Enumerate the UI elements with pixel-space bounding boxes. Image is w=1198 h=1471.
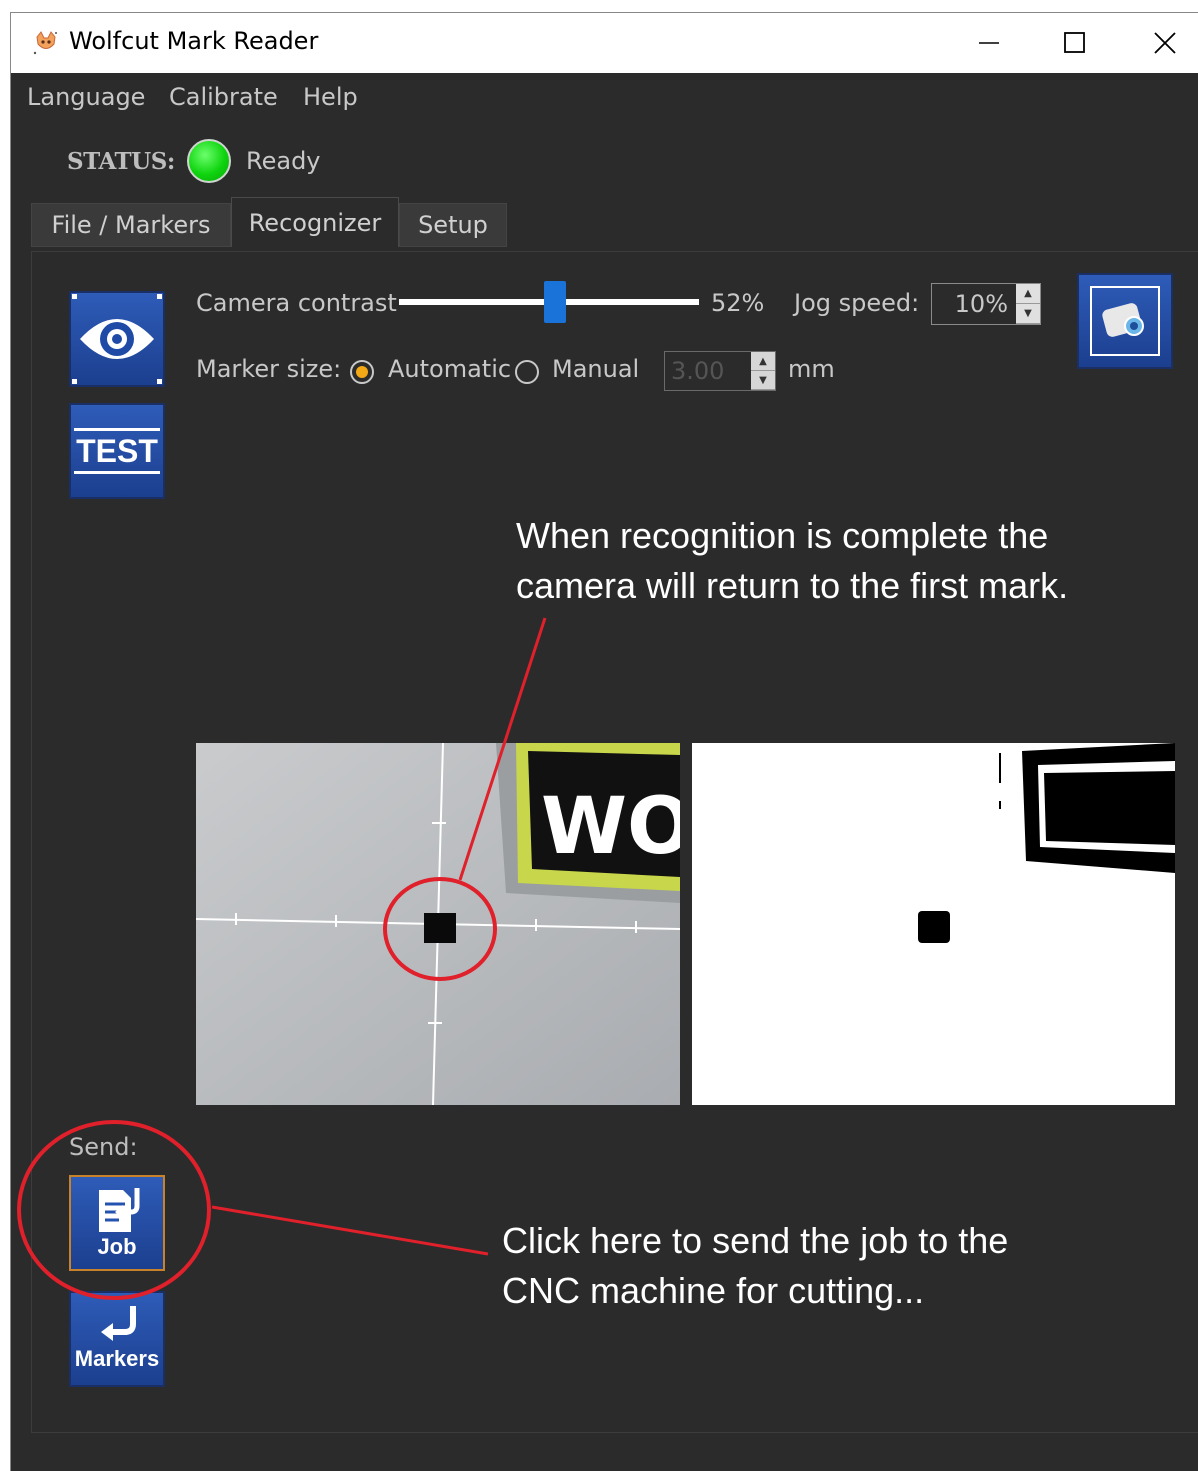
camera-icon xyxy=(1090,286,1160,356)
annotation-top: When recognition is complete the camera … xyxy=(516,511,1068,611)
manual-label: Manual xyxy=(552,355,640,383)
camera-contrast-slider-thumb[interactable] xyxy=(544,281,566,323)
job-button-label: Job xyxy=(97,1234,137,1259)
maximize-button[interactable] xyxy=(1035,13,1115,73)
annotation-bottom-line1: Click here to send the job to the xyxy=(502,1220,1009,1261)
camera-logo-text: WO xyxy=(541,782,680,872)
up-arrow-icon[interactable]: ▲ xyxy=(1016,284,1040,304)
status-text: Ready xyxy=(246,147,321,175)
wolf-app-icon xyxy=(33,31,57,55)
tab-recognizer[interactable]: Recognizer xyxy=(231,197,399,247)
eye-icon xyxy=(72,294,162,384)
minimize-button[interactable] xyxy=(949,13,1029,73)
tab-label: Recognizer xyxy=(248,208,382,237)
tab-file-markers[interactable]: File / Markers xyxy=(31,203,231,247)
manual-size-spinbox[interactable]: 3.00 ▲ ▼ xyxy=(664,351,776,391)
title-bar: Wolfcut Mark Reader xyxy=(11,13,1198,73)
automatic-label: Automatic xyxy=(388,355,512,383)
camera-settings-button[interactable] xyxy=(1077,273,1173,369)
test-button-label: TEST xyxy=(74,428,160,474)
window-title: Wolfcut Mark Reader xyxy=(69,27,319,55)
menu-bar: Language Calibrate Help xyxy=(11,75,1198,119)
marker-size-label: Marker size: xyxy=(196,355,342,383)
menu-help[interactable]: Help xyxy=(303,83,358,111)
minimize-icon xyxy=(979,42,999,44)
processed-image xyxy=(692,743,1175,1105)
camera-image: WO xyxy=(196,743,680,1105)
send-job-button[interactable]: Job xyxy=(69,1175,165,1271)
annotation-bottom: Click here to send the job to the CNC ma… xyxy=(502,1216,1008,1316)
unit-label: mm xyxy=(788,355,835,383)
annotation-top-line2: camera will return to the first mark. xyxy=(516,565,1069,606)
manual-size-value: 3.00 xyxy=(671,357,725,385)
camera-contrast-label: Camera contrast xyxy=(196,289,397,317)
menu-language[interactable]: Language xyxy=(27,83,145,111)
status-indicator xyxy=(187,139,231,183)
jog-speed-value: 10% xyxy=(954,290,1008,318)
markers-button-label: Markers xyxy=(74,1346,160,1371)
annotation-bottom-line2: CNC machine for cutting... xyxy=(502,1270,925,1311)
manual-radio[interactable] xyxy=(515,360,539,384)
send-markers-button[interactable]: Markers xyxy=(69,1291,165,1387)
tab-label: Setup xyxy=(418,211,488,239)
menu-calibrate[interactable]: Calibrate xyxy=(169,83,278,111)
send-label: Send: xyxy=(69,1133,138,1161)
automatic-radio[interactable] xyxy=(350,360,374,384)
tab-label: File / Markers xyxy=(51,211,211,239)
view-camera-button[interactable] xyxy=(69,291,165,387)
jog-speed-stepper[interactable]: ▲ ▼ xyxy=(1016,284,1040,324)
up-arrow-icon[interactable]: ▲ xyxy=(751,352,775,371)
close-button[interactable] xyxy=(1125,13,1198,73)
maximize-icon xyxy=(1064,32,1085,53)
jog-speed-spinbox[interactable]: 10% ▲ ▼ xyxy=(931,283,1041,325)
jog-speed-label: Jog speed: xyxy=(794,289,920,317)
return-arrow-icon xyxy=(100,1306,136,1341)
camera-preview: WO xyxy=(196,743,680,1105)
send-job-icon xyxy=(99,1188,140,1232)
processed-preview xyxy=(692,743,1175,1105)
status-label: STATUS: xyxy=(67,148,175,175)
annotation-top-line1: When recognition is complete the xyxy=(516,515,1049,556)
down-arrow-icon[interactable]: ▼ xyxy=(751,371,775,390)
tab-setup[interactable]: Setup xyxy=(399,203,507,247)
down-arrow-icon[interactable]: ▼ xyxy=(1016,304,1040,324)
app-window: Wolfcut Mark Reader Language Calibrate H… xyxy=(10,12,1198,1471)
manual-size-stepper[interactable]: ▲ ▼ xyxy=(751,352,775,390)
close-icon xyxy=(1154,32,1176,54)
camera-contrast-value: 52% xyxy=(711,289,765,317)
test-button[interactable]: TEST xyxy=(69,403,165,499)
